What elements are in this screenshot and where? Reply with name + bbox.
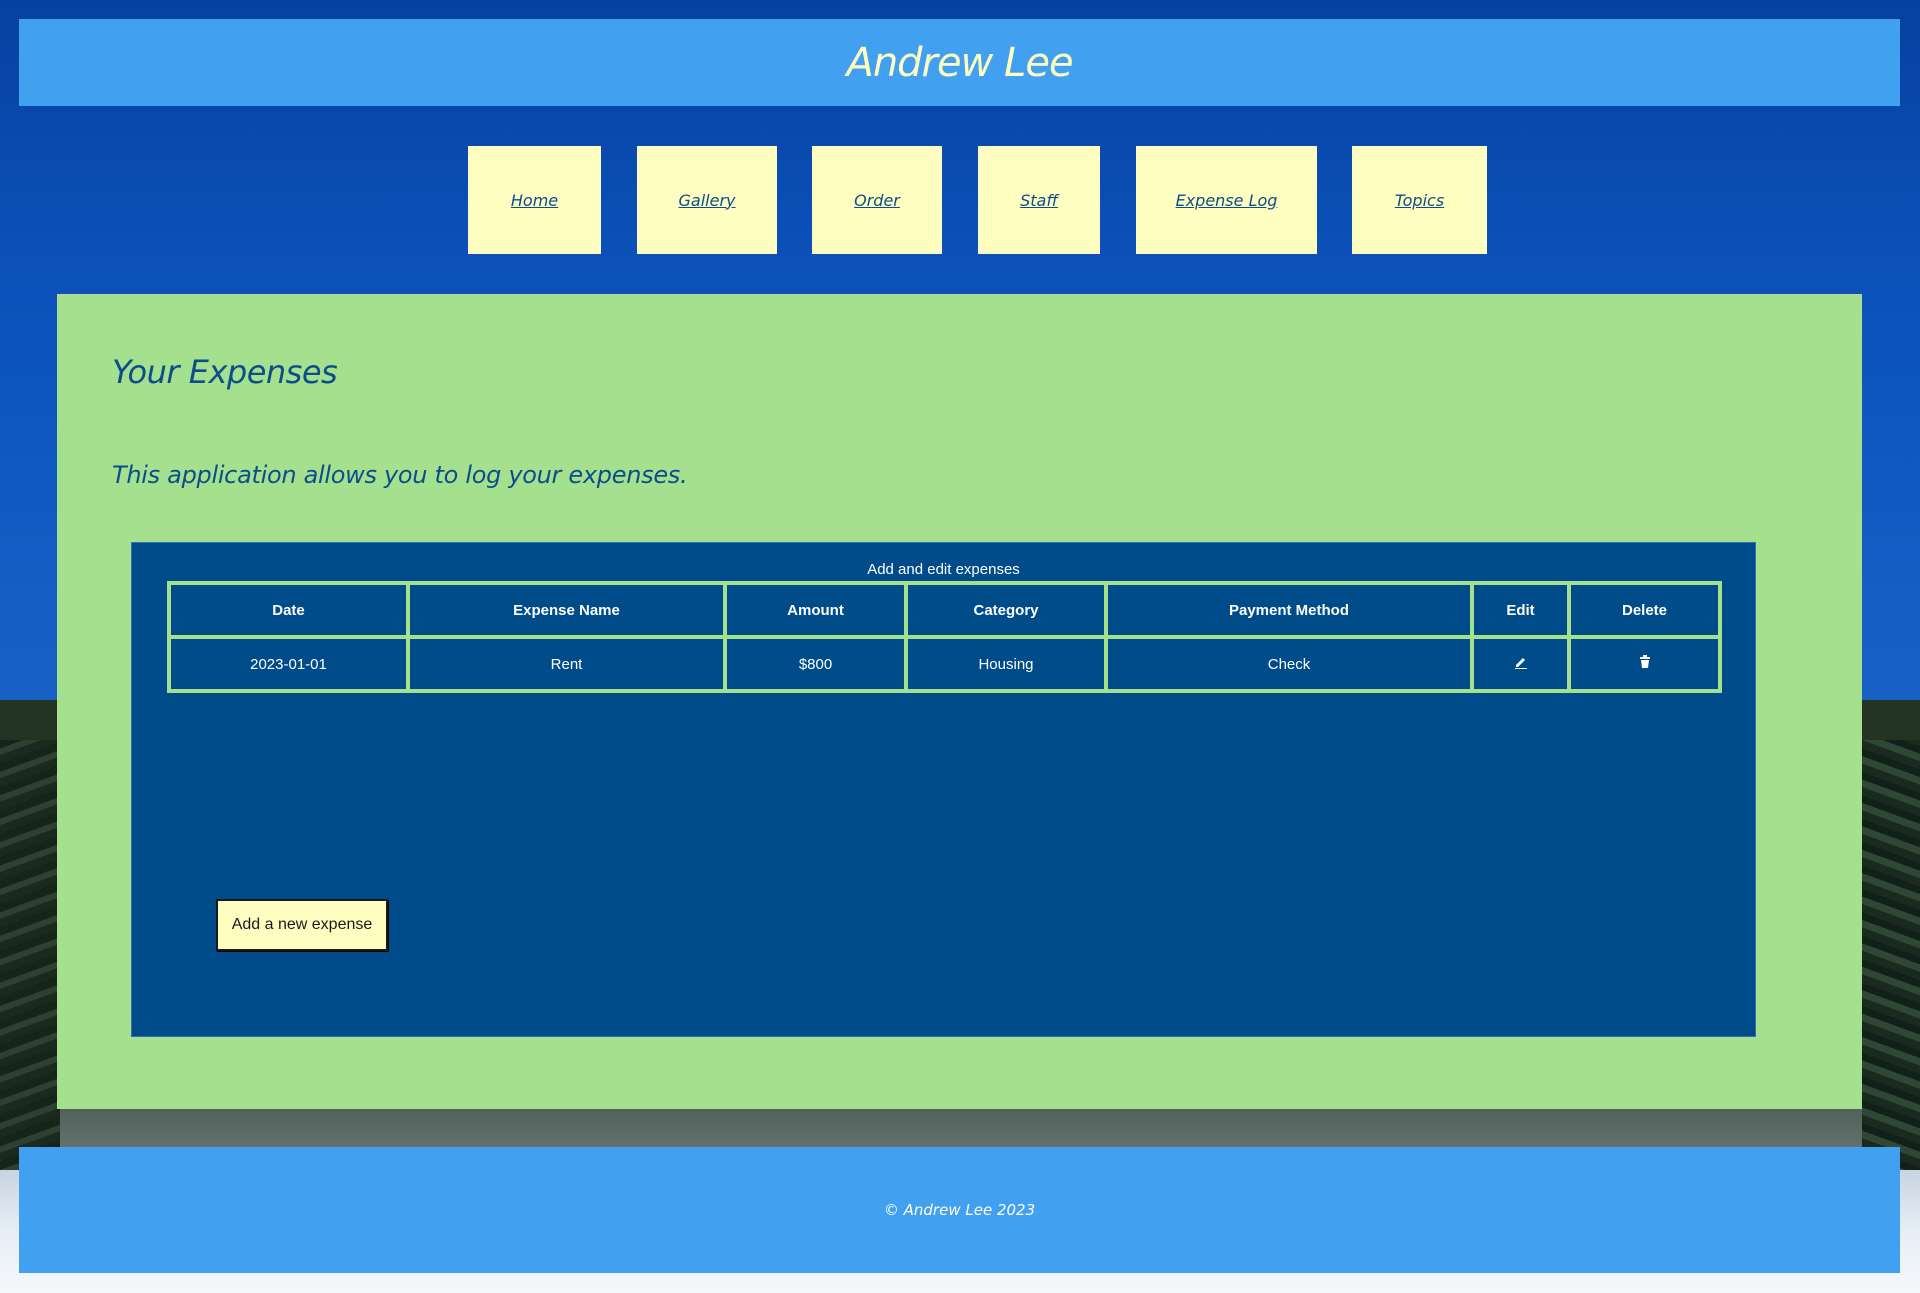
column-header-category: Category bbox=[906, 583, 1106, 637]
page-title: Your Expenses bbox=[112, 353, 338, 391]
cell-category: Housing bbox=[906, 637, 1106, 691]
nav-link-staff[interactable]: Staff bbox=[1020, 191, 1058, 210]
nav-link-order[interactable]: Order bbox=[854, 191, 900, 210]
cell-edit bbox=[1472, 637, 1569, 691]
trash-icon[interactable] bbox=[1639, 655, 1651, 669]
site-header: Andrew Lee bbox=[19, 19, 1900, 106]
column-header-amount: Amount bbox=[725, 583, 906, 637]
add-expense-button[interactable]: Add a new expense bbox=[216, 899, 388, 951]
nav-item-topics[interactable]: Topics bbox=[1352, 146, 1487, 254]
cell-date: 2023-01-01 bbox=[169, 637, 408, 691]
cell-delete bbox=[1569, 637, 1720, 691]
expense-panel: Add and edit expenses Date Expense Name … bbox=[131, 542, 1756, 1037]
table-row: 2023-01-01 Rent $800 Housing Check bbox=[169, 637, 1720, 691]
column-header-edit: Edit bbox=[1472, 583, 1569, 637]
pencil-icon[interactable] bbox=[1514, 655, 1528, 669]
cell-payment-method: Check bbox=[1106, 637, 1472, 691]
cell-amount: $800 bbox=[725, 637, 906, 691]
nav-item-order[interactable]: Order bbox=[812, 146, 942, 254]
cell-expense-name: Rent bbox=[408, 637, 725, 691]
nav-link-expense-log[interactable]: Expense Log bbox=[1176, 191, 1278, 210]
expense-table: Date Expense Name Amount Category Paymen… bbox=[167, 581, 1722, 693]
column-header-payment-method: Payment Method bbox=[1106, 583, 1472, 637]
nav-link-topics[interactable]: Topics bbox=[1395, 191, 1444, 210]
table-caption: Add and edit expenses bbox=[867, 561, 1020, 578]
main-nav: Home Gallery Order Staff Expense Log Top… bbox=[0, 146, 1920, 254]
nav-item-gallery[interactable]: Gallery bbox=[637, 146, 777, 254]
column-header-delete: Delete bbox=[1569, 583, 1720, 637]
nav-link-gallery[interactable]: Gallery bbox=[679, 191, 736, 210]
page-description: This application allows you to log your … bbox=[112, 461, 688, 489]
site-title: Andrew Lee bbox=[846, 39, 1073, 86]
nav-link-home[interactable]: Home bbox=[511, 191, 558, 210]
site-footer: © Andrew Lee 2023 bbox=[19, 1147, 1900, 1273]
nav-item-expense-log[interactable]: Expense Log bbox=[1136, 146, 1317, 254]
column-header-date: Date bbox=[169, 583, 408, 637]
nav-item-staff[interactable]: Staff bbox=[978, 146, 1100, 254]
nav-item-home[interactable]: Home bbox=[468, 146, 601, 254]
column-header-expense-name: Expense Name bbox=[408, 583, 725, 637]
table-header-row: Date Expense Name Amount Category Paymen… bbox=[169, 583, 1720, 637]
footer-copyright: © Andrew Lee 2023 bbox=[883, 1201, 1036, 1219]
